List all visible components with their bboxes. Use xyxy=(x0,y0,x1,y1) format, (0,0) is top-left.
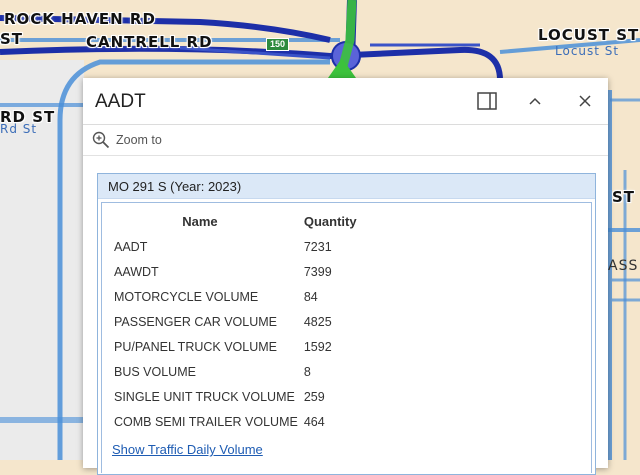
cell-name: BUS VOLUME xyxy=(114,364,196,379)
zoom-to-label: Zoom to xyxy=(116,133,162,147)
close-button[interactable] xyxy=(571,87,599,115)
popup-actions: Zoom to xyxy=(83,125,608,156)
table-row: AAWDT 7399 xyxy=(102,259,384,284)
map-road-label-locust: LOCUST ST xyxy=(538,26,640,44)
cell-quantity: 1592 xyxy=(303,339,332,354)
cell-quantity: 4825 xyxy=(303,314,332,329)
popup-header: AADT xyxy=(83,78,608,125)
cell-name: MOTORCYCLE VOLUME xyxy=(114,289,259,304)
dock-icon xyxy=(477,92,497,110)
attribute-table: Name Quantity AADT 7231 AAWDT 7399 MOTOR… xyxy=(102,203,384,434)
map-road-label-st-right: ST xyxy=(612,188,636,206)
cell-quantity: 8 xyxy=(303,364,311,379)
map-road-label-cantrell: CANTRELL RD xyxy=(86,33,213,51)
close-icon xyxy=(579,95,591,107)
table-row: SINGLE UNIT TRUCK VOLUME 259 xyxy=(102,384,384,409)
table-row: BUS VOLUME 8 xyxy=(102,359,384,384)
cell-name: PASSENGER CAR VOLUME xyxy=(114,314,278,329)
table-row: AADT 7231 xyxy=(102,234,384,259)
show-traffic-daily-volume-link[interactable]: Show Traffic Daily Volume xyxy=(112,442,263,457)
map-road-label-ass: ASS xyxy=(608,258,639,274)
collapse-button[interactable] xyxy=(521,87,549,115)
table-row: PU/PANEL TRUCK VOLUME 1592 xyxy=(102,334,384,359)
feature-title: MO 291 S (Year: 2023) xyxy=(108,179,242,194)
table-header-row: Name Quantity xyxy=(102,203,384,234)
feature-title-bar[interactable]: MO 291 S (Year: 2023) xyxy=(98,174,595,199)
feature-card: MO 291 S (Year: 2023) Name Quantity AADT… xyxy=(97,173,596,475)
dock-button[interactable] xyxy=(473,87,501,115)
table-row: PASSENGER CAR VOLUME 4825 xyxy=(102,309,384,334)
chevron-up-icon xyxy=(529,97,541,105)
map-road-label-locust-faint: Locust St xyxy=(555,44,620,58)
cell-name: SINGLE UNIT TRUCK VOLUME xyxy=(114,389,295,404)
cell-quantity: 259 xyxy=(303,389,325,404)
zoom-to-button[interactable]: Zoom to xyxy=(92,131,162,149)
cell-quantity: 464 xyxy=(303,414,325,429)
map-road-label-st: ST xyxy=(0,30,24,48)
table-row: COMB SEMI TRAILER VOLUME 464 xyxy=(102,409,384,434)
cell-name: AADT xyxy=(114,239,148,254)
feature-popup: AADT Zoom to MO 291 S (Year: 2023) Name … xyxy=(83,78,608,475)
zoom-in-icon xyxy=(92,131,110,149)
route-shield-icon: 150 xyxy=(266,38,290,51)
map-road-label-rd-st-faint: Rd St xyxy=(0,122,38,136)
column-header-name: Name xyxy=(182,214,218,229)
popup-title: AADT xyxy=(95,91,146,112)
feature-body: Name Quantity AADT 7231 AAWDT 7399 MOTOR… xyxy=(101,202,592,473)
cell-quantity: 7231 xyxy=(303,239,332,254)
table-row: MOTORCYCLE VOLUME 84 xyxy=(102,284,384,309)
cell-quantity: 84 xyxy=(303,289,318,304)
cell-name: COMB SEMI TRAILER VOLUME xyxy=(114,414,298,429)
cell-quantity: 7399 xyxy=(303,264,332,279)
map-road-label-rock-haven: ROCK HAVEN RD xyxy=(4,10,156,28)
column-header-quantity: Quantity xyxy=(303,214,357,229)
cell-name: AAWDT xyxy=(114,264,159,279)
cell-name: PU/PANEL TRUCK VOLUME xyxy=(114,339,278,354)
